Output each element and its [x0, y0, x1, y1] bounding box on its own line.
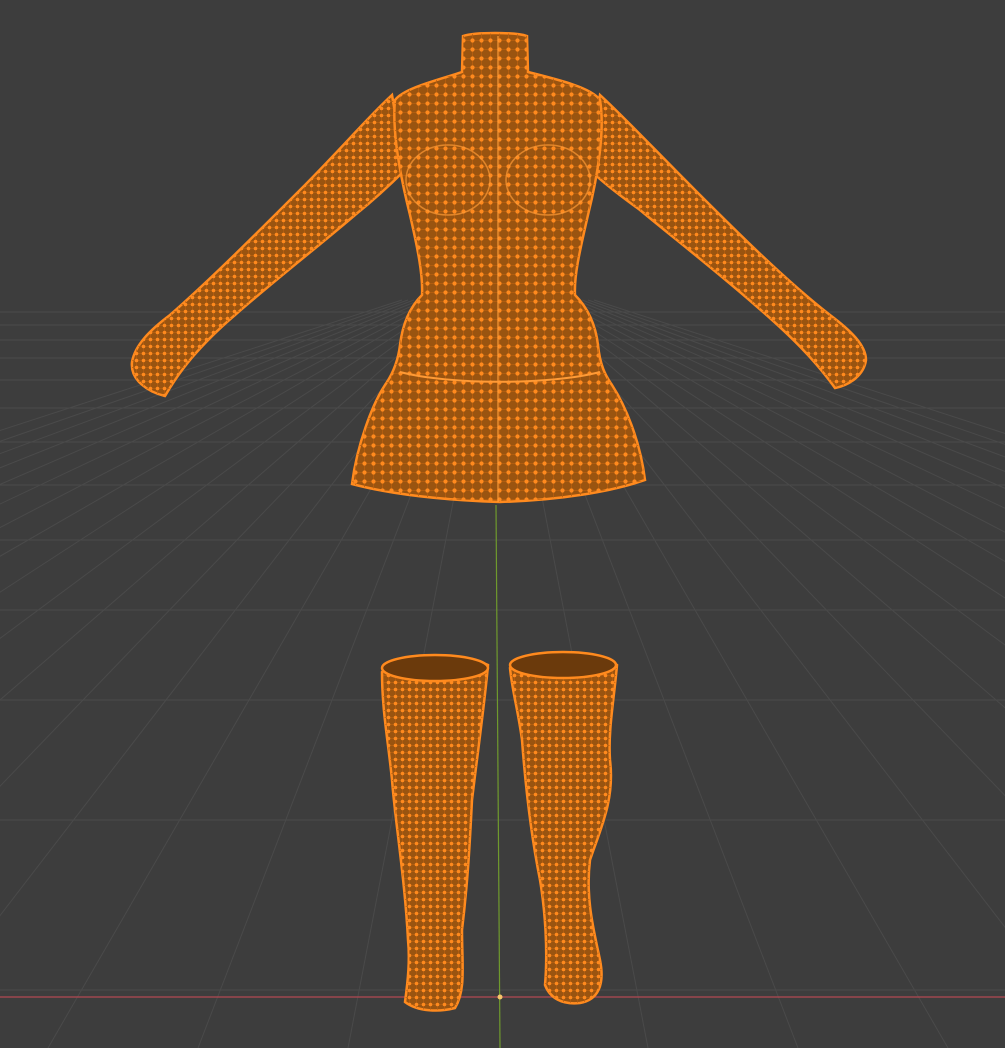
right-stocking-opening	[508, 650, 618, 680]
left-stocking-opening	[380, 653, 490, 683]
dress-mesh[interactable]	[130, 31, 868, 504]
grid-line	[0, 299, 427, 485]
3d-viewport[interactable]	[0, 0, 1005, 1048]
y-axis-line	[495, 504, 501, 1048]
grid-line	[0, 299, 415, 455]
scene-origin-dot[interactable]	[497, 994, 503, 1000]
grid-line	[587, 299, 1005, 445]
left-stocking-mesh[interactable]	[380, 653, 490, 1012]
grid-line	[593, 299, 1005, 434]
grid-line	[0, 299, 433, 505]
grid-line	[0, 299, 421, 469]
right-stocking-mesh[interactable]	[508, 650, 619, 1005]
grid-line	[581, 299, 1005, 458]
dress-right-sleeve-mesh	[588, 95, 866, 388]
grid-line	[0, 299, 409, 442]
dress-left-sleeve-mesh	[131, 95, 405, 396]
